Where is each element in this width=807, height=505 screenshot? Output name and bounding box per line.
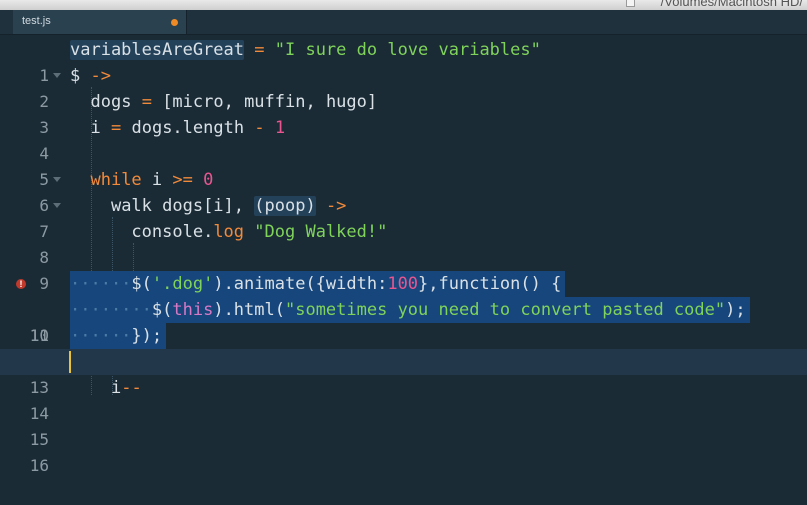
code-line-selected[interactable]: ! 10 ······$('.dog').animate({width:100}… [0, 271, 807, 345]
text-cursor [69, 351, 71, 373]
code-line[interactable]: 4 i = dogs.length - 1 [0, 115, 807, 163]
error-icon[interactable]: ! [16, 279, 26, 289]
code-line[interactable]: 1 variablesAreGreat = "I sure do love va… [0, 37, 807, 85]
code-line[interactable]: 8 console.log "Dog Walked!" [0, 219, 807, 267]
tab-bar: test.js [0, 10, 807, 35]
code-line[interactable]: 16 [0, 427, 807, 475]
line-number: 16 [29, 456, 49, 475]
code-line[interactable]: 14 i-- [0, 375, 807, 423]
code-line[interactable]: 15 [0, 401, 807, 449]
fold-arrow-icon[interactable] [53, 73, 61, 78]
code-line-selected[interactable]: 12 ······}); [0, 323, 807, 371]
code-line[interactable]: 6 while i >= 0 [0, 167, 807, 215]
code-line-selected[interactable]: 11 ········$(this).html("sometimes you n… [0, 297, 807, 345]
fold-arrow-icon[interactable] [53, 203, 61, 208]
folder-icon [626, 0, 635, 7]
unsaved-dot-icon[interactable] [171, 19, 178, 26]
code-line[interactable]: 7 walk dogs[i], (poop) -> [0, 193, 807, 241]
fold-arrow-icon[interactable] [53, 177, 61, 182]
tab-test-js[interactable]: test.js [13, 10, 187, 34]
code-line[interactable]: 9 [0, 245, 807, 293]
code-line[interactable]: 2 $ -> [0, 63, 807, 111]
tab-title: test.js [22, 15, 51, 27]
code-line-current[interactable]: 13 [0, 349, 807, 397]
code-line[interactable]: 5 [0, 141, 807, 189]
code-line[interactable]: 3 dogs = [micro, muffin, hugo] [0, 89, 807, 137]
window-path: /Volumes/Macintosh HD/ [660, 0, 803, 9]
code-editor[interactable]: 1 variablesAreGreat = "I sure do love va… [0, 35, 807, 475]
window-title-strip: /Volumes/Macintosh HD/ [0, 0, 807, 10]
